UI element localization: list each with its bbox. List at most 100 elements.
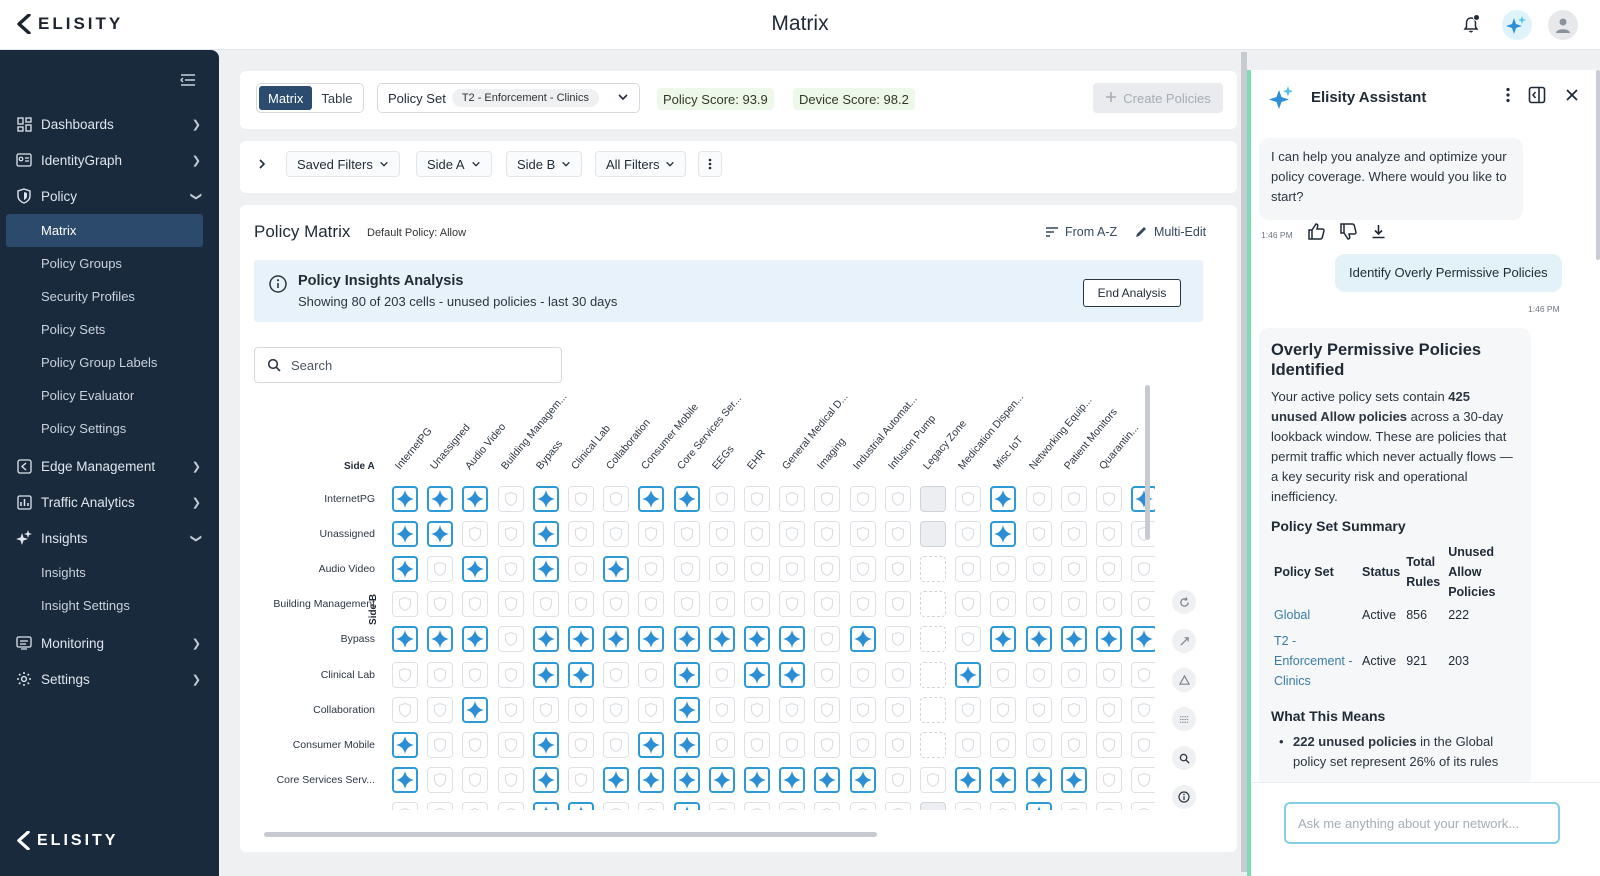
matrix-cell[interactable] [955, 591, 982, 618]
thumbs-up-icon[interactable] [1307, 223, 1325, 240]
matrix-cell-active[interactable] [603, 766, 630, 793]
matrix-cell-active[interactable] [532, 731, 559, 758]
sidebar-item-monitoring[interactable]: Monitoring ❯ [0, 625, 219, 661]
matrix-cell-active[interactable] [427, 521, 454, 548]
matrix-cell-active[interactable] [532, 661, 559, 688]
saved-filters-dropdown[interactable]: Saved Filters [286, 151, 400, 177]
view-matrix-button[interactable]: Matrix [259, 86, 313, 110]
row-header[interactable]: Building Management [240, 598, 375, 610]
matrix-cell[interactable] [955, 801, 982, 810]
matrix-cell[interactable] [814, 521, 841, 548]
matrix-cell-active[interactable] [1025, 801, 1052, 810]
matrix-cell[interactable] [849, 731, 876, 758]
matrix-cell[interactable] [708, 591, 735, 618]
matrix-cell[interactable] [849, 591, 876, 618]
matrix-cell[interactable] [638, 661, 665, 688]
column-header[interactable]: Industrial Automat... [850, 393, 919, 472]
matrix-cell[interactable] [603, 661, 630, 688]
matrix-cell[interactable] [744, 696, 770, 723]
highlight-tool-button[interactable] [1172, 668, 1196, 692]
matrix-cell-active[interactable] [532, 626, 559, 653]
column-header[interactable]: Networking Equip... [1026, 395, 1094, 472]
matrix-cell[interactable] [814, 556, 841, 583]
matrix-cell[interactable] [603, 801, 630, 810]
row-header[interactable]: Consumer Mobile [240, 739, 375, 751]
matrix-cell[interactable] [1096, 521, 1122, 548]
row-header[interactable]: InternetPG [240, 493, 375, 505]
sidebar-item-settings[interactable]: Settings ❯ [0, 661, 219, 697]
matrix-cell[interactable] [744, 801, 770, 810]
matrix-cell-dashed[interactable] [920, 591, 946, 618]
matrix-cell[interactable] [1096, 731, 1122, 758]
matrix-cell[interactable] [814, 626, 841, 653]
matrix-cell[interactable] [1025, 696, 1052, 723]
matrix-cell-active[interactable] [673, 801, 700, 810]
matrix-cell-active[interactable] [568, 801, 594, 810]
matrix-cell-active[interactable] [532, 521, 559, 548]
matrix-cell[interactable] [1060, 696, 1087, 723]
matrix-cell[interactable] [779, 486, 806, 512]
matrix-cell[interactable] [673, 591, 700, 618]
matrix-cell[interactable] [814, 486, 841, 512]
matrix-cell-active[interactable] [673, 486, 700, 512]
matrix-cell[interactable] [1131, 661, 1155, 688]
matrix-cell[interactable] [920, 766, 946, 793]
zoom-tool-button[interactable] [1172, 629, 1196, 653]
matrix-cell[interactable] [427, 696, 454, 723]
row-header[interactable]: Clinical Lab [240, 669, 375, 681]
matrix-cell-active[interactable] [814, 766, 841, 793]
matrix-cell[interactable] [849, 556, 876, 583]
matrix-cell[interactable] [849, 521, 876, 548]
matrix-cell[interactable] [532, 591, 559, 618]
matrix-cell[interactable] [955, 556, 982, 583]
matrix-cell[interactable] [673, 521, 700, 548]
matrix-cell[interactable] [884, 766, 911, 793]
column-header[interactable]: Medication Dispen... [956, 391, 1026, 472]
matrix-cell[interactable] [744, 556, 770, 583]
matrix-cell[interactable] [779, 556, 806, 583]
matrix-cell[interactable] [779, 696, 806, 723]
matrix-cell[interactable] [1060, 801, 1087, 810]
collapse-menu-icon[interactable] [179, 70, 199, 90]
dock-panel-icon[interactable] [1528, 86, 1546, 104]
column-header[interactable]: Misc IoT [991, 434, 1026, 472]
matrix-cell-active[interactable] [638, 766, 665, 793]
matrix-vertical-scrollbar[interactable] [1145, 385, 1150, 540]
sidebar-item-policy[interactable]: Policy ❯ [0, 178, 219, 214]
matrix-cell[interactable] [497, 731, 524, 758]
user-avatar-button[interactable] [1548, 10, 1578, 40]
matrix-cell-active[interactable] [392, 766, 418, 793]
create-policies-button[interactable]: Create Policies [1093, 83, 1223, 113]
matrix-cell-active[interactable] [744, 661, 770, 688]
matrix-cell[interactable] [990, 661, 1017, 688]
matrix-cell[interactable] [779, 731, 806, 758]
matrix-cell[interactable] [884, 521, 911, 548]
matrix-cell[interactable] [568, 766, 594, 793]
matrix-cell-active[interactable] [603, 626, 630, 653]
matrix-cell[interactable] [990, 696, 1017, 723]
matrix-cell[interactable] [814, 591, 841, 618]
matrix-cell[interactable] [603, 696, 630, 723]
matrix-cell-active[interactable] [462, 696, 489, 723]
matrix-cell[interactable] [779, 591, 806, 618]
matrix-cell[interactable] [497, 556, 524, 583]
matrix-cell[interactable] [638, 591, 665, 618]
matrix-cell[interactable] [849, 486, 876, 512]
matrix-cell[interactable] [427, 766, 454, 793]
multi-edit-button[interactable]: Multi-Edit [1134, 225, 1206, 239]
matrix-cell-active[interactable] [1060, 766, 1087, 793]
matrix-cell-active[interactable] [638, 486, 665, 512]
matrix-cell[interactable] [1131, 731, 1155, 758]
matrix-cell[interactable] [392, 696, 418, 723]
side-a-dropdown[interactable]: Side A [416, 151, 492, 177]
matrix-cell[interactable] [497, 626, 524, 653]
matrix-cell[interactable] [1025, 591, 1052, 618]
matrix-cell-active[interactable] [673, 696, 700, 723]
matrix-cell-active[interactable] [392, 626, 418, 653]
matrix-cell[interactable] [497, 486, 524, 512]
sidebar-subitem-insights[interactable]: Insights [0, 556, 219, 589]
matrix-cell[interactable] [1096, 801, 1122, 810]
matrix-cell[interactable] [638, 521, 665, 548]
matrix-cell[interactable] [1096, 661, 1122, 688]
sidebar-subitem-policy-evaluator[interactable]: Policy Evaluator [0, 379, 219, 412]
